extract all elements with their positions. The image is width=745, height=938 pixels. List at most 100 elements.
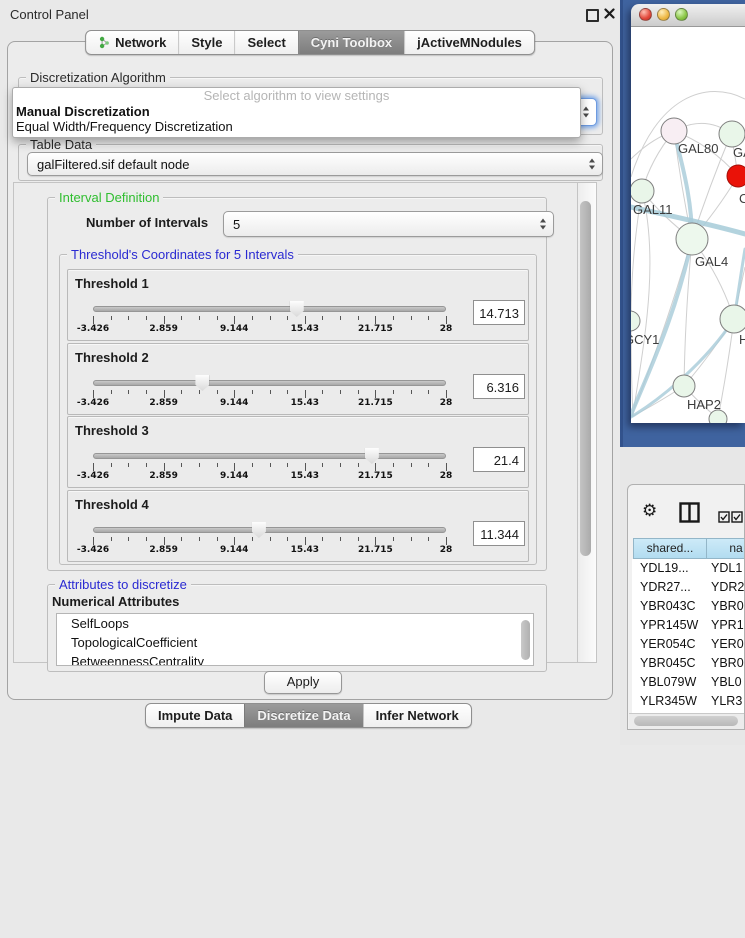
tick-mark xyxy=(217,537,218,541)
tick-mark xyxy=(146,537,147,541)
dropdown-option-equal-width[interactable]: Equal Width/Frequency Discretization xyxy=(13,119,580,134)
table-row[interactable]: YDR27...YDR2 xyxy=(632,578,745,597)
table-row[interactable]: YDL19...YDL1 xyxy=(632,559,745,578)
table-row[interactable]: YER054CYER0 xyxy=(632,635,745,654)
threshold-value-field[interactable]: 6.316 xyxy=(473,374,525,399)
group-attributes-to-discretize: Attributes to discretize Numerical Attri… xyxy=(47,584,547,672)
tick-label: 15.43 xyxy=(291,471,319,481)
scrollbar-thumb[interactable] xyxy=(634,716,738,726)
slider-thumb[interactable] xyxy=(195,375,209,391)
tab-cyni-toolbox[interactable]: Cyni Toolbox xyxy=(298,31,404,54)
cell-name[interactable]: YER0 xyxy=(705,635,745,654)
slider-track[interactable] xyxy=(93,527,446,533)
list-item[interactable]: SelfLoops xyxy=(57,614,533,633)
node-hap2 xyxy=(673,375,695,397)
tick-mark xyxy=(164,390,165,398)
combo-arrows-icon xyxy=(583,107,589,118)
tick-label: 2.859 xyxy=(149,471,177,481)
tick-mark xyxy=(146,316,147,320)
apply-button[interactable]: Apply xyxy=(264,671,342,694)
column-header-name[interactable]: na xyxy=(706,538,745,559)
threshold-value-field[interactable]: 14.713 xyxy=(473,300,525,325)
cell-name[interactable]: YDR2 xyxy=(705,578,745,597)
tick-mark xyxy=(322,316,323,320)
cell-name[interactable]: YDL1 xyxy=(705,559,745,578)
tab-infer-network[interactable]: Infer Network xyxy=(363,704,471,727)
cell-shared-name[interactable]: YPR145W xyxy=(632,616,705,635)
dropdown-option-manual[interactable]: Manual Discretization xyxy=(13,104,580,119)
table-row[interactable]: YBR043CYBR0 xyxy=(632,597,745,616)
threshold-value-field[interactable]: 21.4 xyxy=(473,447,525,472)
zoom-traffic-light[interactable] xyxy=(675,8,688,21)
threshold-label: Threshold 2 xyxy=(75,350,149,365)
network-view-window: GAL80 GA C GAL11 GAL4 GCY1 H HAP2 xyxy=(631,4,745,423)
cell-shared-name[interactable]: YDL19... xyxy=(632,559,705,578)
close-traffic-light[interactable] xyxy=(639,8,652,21)
tick-mark xyxy=(411,537,412,541)
cell-name[interactable]: YBR0 xyxy=(705,654,745,673)
cell-shared-name[interactable]: YDR27... xyxy=(632,578,705,597)
network-window-titlebar[interactable] xyxy=(631,4,745,27)
slider-track[interactable] xyxy=(93,453,446,459)
minimize-traffic-light[interactable] xyxy=(657,8,670,21)
horizontal-scrollbar[interactable] xyxy=(629,713,745,729)
table-row[interactable]: YBL079WYBL0 xyxy=(632,673,745,692)
slider-thumb[interactable] xyxy=(252,522,266,538)
node-ga xyxy=(719,121,745,147)
tick-label: 2.859 xyxy=(149,398,177,408)
cell-shared-name[interactable]: YBL079W xyxy=(632,673,705,692)
cell-name[interactable]: YBR0 xyxy=(705,597,745,616)
combo-arrows-icon xyxy=(589,159,595,170)
tick-mark xyxy=(428,463,429,467)
table-row[interactable]: YBR045CYBR0 xyxy=(632,654,745,673)
tab-discretize-data[interactable]: Discretize Data xyxy=(244,704,362,727)
cell-shared-name[interactable]: YER054C xyxy=(632,635,705,654)
float-window-icon[interactable] xyxy=(586,9,599,22)
tick-mark xyxy=(270,463,271,467)
tick-mark xyxy=(340,463,341,467)
gear-icon[interactable]: ⚙ xyxy=(642,503,657,520)
tab-jactivemnodules[interactable]: jActiveMNodules xyxy=(404,31,534,54)
scrollbar-thumb[interactable] xyxy=(580,201,591,556)
network-graph-canvas[interactable]: GAL80 GA C GAL11 GAL4 GCY1 H HAP2 xyxy=(631,27,745,423)
tab-style[interactable]: Style xyxy=(178,31,234,54)
cell-name[interactable]: YPR1 xyxy=(705,616,745,635)
list-item[interactable]: TopologicalCoefficient xyxy=(57,633,533,652)
slider-thumb[interactable] xyxy=(365,448,379,464)
tick-label: 9.144 xyxy=(220,471,248,481)
checkbox-icon[interactable] xyxy=(718,511,730,523)
tick-mark xyxy=(270,316,271,320)
cell-shared-name[interactable]: YBR043C xyxy=(632,597,705,616)
numerical-attributes-list[interactable]: SelfLoopsTopologicalCoefficientBetweenne… xyxy=(56,613,534,666)
cell-name[interactable]: YLR3 xyxy=(705,692,745,711)
list-item[interactable]: BetweennessCentrality xyxy=(57,652,533,666)
number-of-intervals-combobox[interactable]: 5 xyxy=(223,211,554,237)
close-icon[interactable] xyxy=(604,8,615,19)
table-row[interactable]: YLR345WYLR3 xyxy=(632,692,745,711)
threshold-4-block: Threshold 4 -3.4262.8599.14415.4321.7152… xyxy=(67,490,529,562)
tick-mark xyxy=(199,537,200,541)
threshold-value-field[interactable]: 11.344 xyxy=(473,521,525,546)
tick-label: -3.426 xyxy=(77,324,109,334)
slider-thumb[interactable] xyxy=(290,301,304,317)
slider-tick-labels: -3.4262.8599.14415.4321.71528 xyxy=(93,324,446,335)
slider-track[interactable] xyxy=(93,306,446,312)
tick-mark xyxy=(358,316,359,320)
vertical-scrollbar[interactable] xyxy=(577,182,597,663)
tick-mark xyxy=(93,316,94,324)
split-columns-icon[interactable] xyxy=(679,502,700,523)
cell-shared-name[interactable]: YLR345W xyxy=(632,692,705,711)
column-header-shared[interactable]: shared... xyxy=(633,538,707,559)
tab-impute-data[interactable]: Impute Data xyxy=(146,704,244,727)
table-data-combobox[interactable]: galFiltered.sif default node xyxy=(27,152,603,176)
tab-network[interactable]: Network xyxy=(86,31,178,54)
slider-track[interactable] xyxy=(93,380,446,386)
cell-shared-name[interactable]: YBR045C xyxy=(632,654,705,673)
list-scrollbar-thumb[interactable] xyxy=(521,620,530,660)
node-label: C xyxy=(739,191,745,206)
tab-select[interactable]: Select xyxy=(234,31,297,54)
tick-mark xyxy=(375,316,376,324)
checkbox-icon[interactable] xyxy=(731,511,743,523)
table-row[interactable]: YPR145WYPR1 xyxy=(632,616,745,635)
cell-name[interactable]: YBL0 xyxy=(705,673,745,692)
